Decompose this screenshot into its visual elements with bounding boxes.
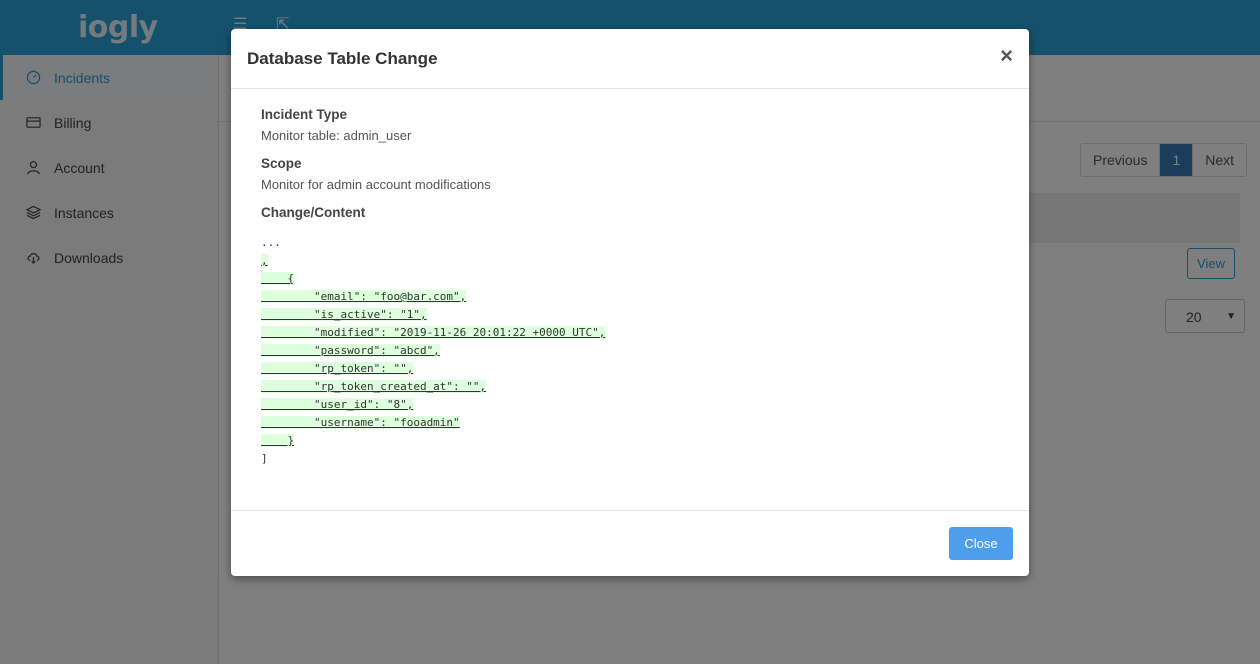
close-icon[interactable]: × <box>1000 45 1013 67</box>
scope-value: Monitor for admin account modifications <box>261 177 491 192</box>
diff-line: "user_id": "8", <box>261 396 999 414</box>
diff-line-text: "user_id": "8", <box>261 398 414 411</box>
diff-line-text: "password": "abcd", <box>261 344 440 357</box>
change-diff: ... , { "email": "foo@bar.com", "is_acti… <box>261 234 999 468</box>
incident-type-value: Monitor table: admin_user <box>261 128 412 143</box>
diff-line: "email": "foo@bar.com", <box>261 288 999 306</box>
diff-line: ... <box>261 234 999 252</box>
incident-type-label: Incident Type <box>261 107 348 122</box>
scope-label: Scope <box>261 156 302 171</box>
diff-line: "rp_token": "", <box>261 360 999 378</box>
diff-line-text: } <box>261 434 295 447</box>
diff-line: , <box>261 252 999 270</box>
diff-line-text: { <box>261 272 295 285</box>
diff-line-text: "modified": "2019-11-26 20:01:22 +0000 U… <box>261 326 606 339</box>
change-content-label: Change/Content <box>261 205 366 220</box>
diff-line: "is_active": "1", <box>261 306 999 324</box>
modal-title: Database Table Change <box>247 49 438 68</box>
diff-line: "rp_token_created_at": "", <box>261 378 999 396</box>
diff-line: { <box>261 270 999 288</box>
incident-modal: Database Table Change × Incident Type Mo… <box>231 29 1029 576</box>
modal-footer: Close <box>231 510 1029 576</box>
diff-line: "password": "abcd", <box>261 342 999 360</box>
diff-line: "username": "fooadmin" <box>261 414 999 432</box>
modal-body: Incident Type Monitor table: admin_user … <box>231 89 1029 468</box>
diff-line-text: , <box>261 254 268 267</box>
diff-line-text: "rp_token": "", <box>261 362 414 375</box>
diff-line-text: "username": "fooadmin" <box>261 416 460 429</box>
diff-line: } <box>261 432 999 450</box>
close-button[interactable]: Close <box>949 527 1013 560</box>
diff-line: ] <box>261 450 999 468</box>
diff-line-text: "rp_token_created_at": "", <box>261 380 487 393</box>
diff-line-text: "is_active": "1", <box>261 308 427 321</box>
diff-line-text: ] <box>261 452 268 465</box>
diff-line: "modified": "2019-11-26 20:01:22 +0000 U… <box>261 324 999 342</box>
diff-line-text: "email": "foo@bar.com", <box>261 290 467 303</box>
diff-line-text: ... <box>261 236 281 249</box>
modal-header: Database Table Change × <box>231 29 1029 89</box>
